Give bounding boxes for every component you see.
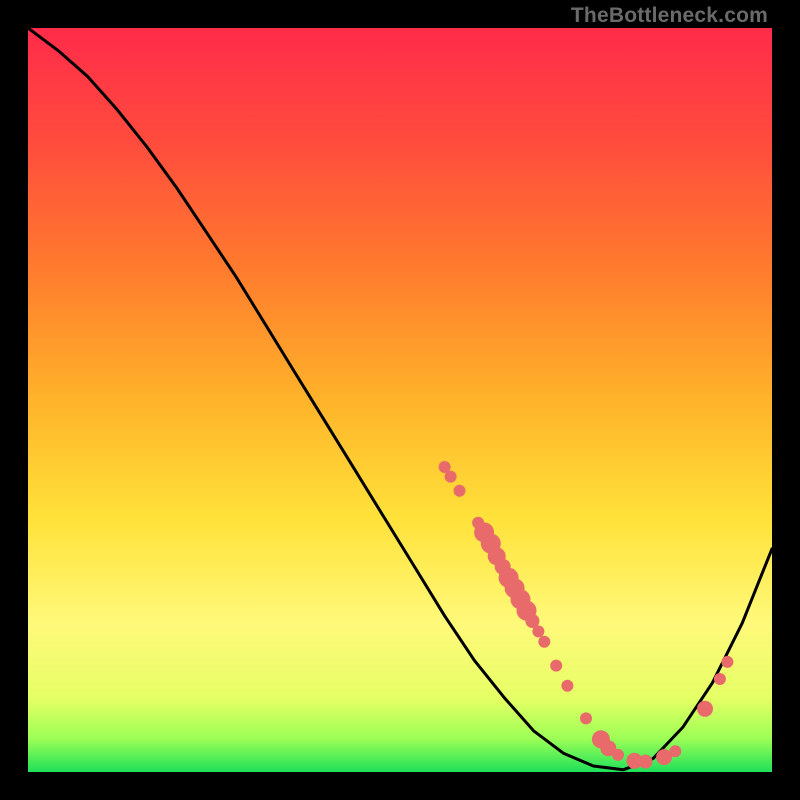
chart-frame (28, 28, 772, 772)
curve-marker (612, 749, 624, 761)
curve-marker (550, 660, 562, 672)
curve-marker (697, 701, 713, 717)
bottleneck-chart (28, 28, 772, 772)
attribution-text: TheBottleneck.com (571, 4, 768, 28)
curve-marker (445, 471, 457, 483)
curve-marker (538, 636, 550, 648)
curve-marker (721, 656, 733, 668)
curve-marker (580, 712, 592, 724)
curve-marker (454, 485, 466, 497)
curve-marker (714, 673, 726, 685)
curve-marker (532, 625, 544, 637)
curve-marker (561, 680, 573, 692)
curve-marker (669, 745, 681, 757)
curve-marker (639, 755, 653, 769)
